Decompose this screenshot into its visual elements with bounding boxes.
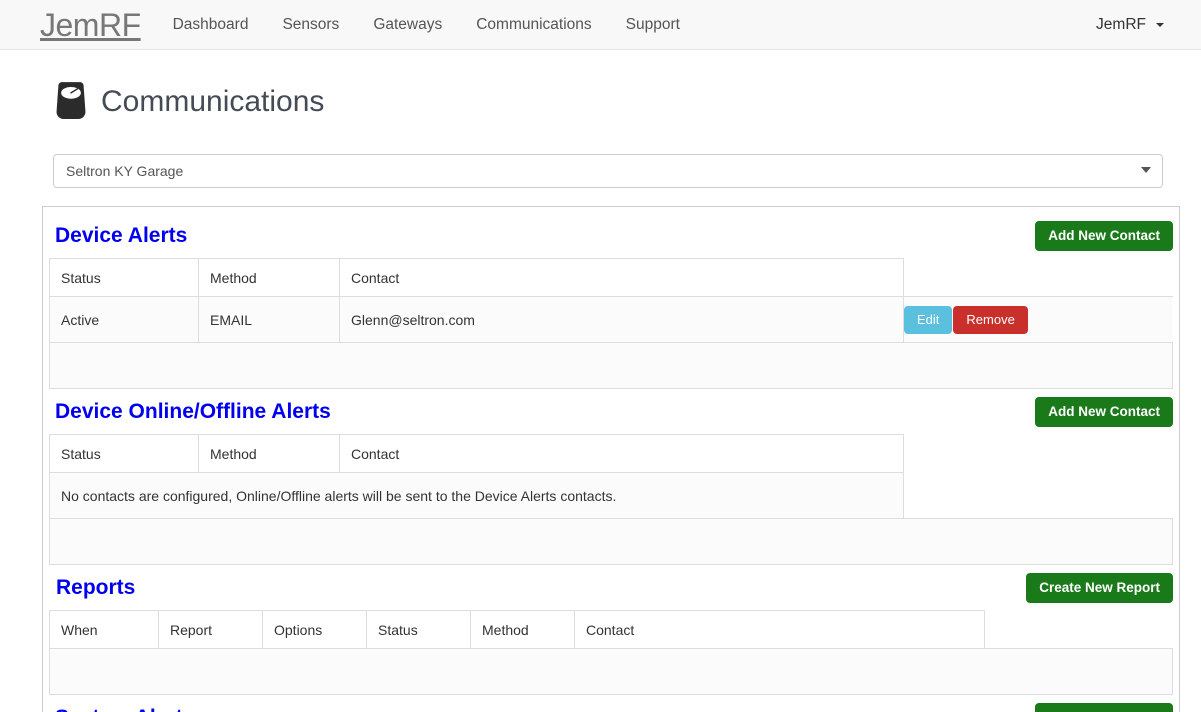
column-header-status: Status <box>49 258 199 297</box>
section-device-alerts: Device Alerts Add New Contact Status Met… <box>49 213 1173 389</box>
column-header-actions <box>984 610 1173 649</box>
table-header-row: Status Method Contact <box>49 434 1173 473</box>
create-new-report-button[interactable]: Create New Report <box>1026 573 1173 603</box>
nav-link-dashboard[interactable]: Dashboard <box>156 0 266 50</box>
page-header: Communications <box>53 50 1201 126</box>
online-offline-add-contact-button[interactable]: Add New Contact <box>1035 397 1173 427</box>
filler-cell <box>49 342 1173 389</box>
user-menu[interactable]: JemRF <box>1092 1 1186 49</box>
column-header-method: Method <box>198 258 340 297</box>
column-header-contact: Contact <box>339 258 904 297</box>
nav-link-gateways[interactable]: Gateways <box>356 0 459 50</box>
section-reports: Reports Create New Report When Report Op… <box>49 565 1173 695</box>
column-header-status: Status <box>366 610 471 649</box>
system-alerts-title: System Alerts <box>55 705 194 712</box>
nav-link-support[interactable]: Support <box>609 0 697 50</box>
reports-title: Reports <box>56 576 136 600</box>
cell-actions: Edit Remove <box>903 296 1173 343</box>
cell-status: Active <box>49 296 199 343</box>
table-row: No contacts are configured, Online/Offli… <box>49 472 1173 519</box>
column-header-options: Options <box>262 610 367 649</box>
system-alerts-header: System Alerts Add New Contact <box>49 695 1173 712</box>
dashboard-gauge-icon <box>56 82 86 119</box>
column-header-status: Status <box>49 434 199 473</box>
nav-item-sensors[interactable]: Sensors <box>265 0 356 50</box>
nav-link-communications[interactable]: Communications <box>459 0 608 50</box>
table-row: Active EMAIL Glenn@seltron.com Edit Remov… <box>49 296 1173 343</box>
edit-button[interactable]: Edit <box>904 305 953 334</box>
cell-actions <box>903 472 1173 519</box>
reports-table: When Report Options Status Method Contac… <box>49 610 1173 695</box>
column-header-actions <box>903 434 1173 473</box>
device-alerts-add-contact-button[interactable]: Add New Contact <box>1035 221 1173 251</box>
nav-item-communications[interactable]: Communications <box>459 0 608 50</box>
table-header-row: Status Method Contact <box>49 258 1173 297</box>
device-alerts-table: Status Method Contact Active EMAIL Glenn… <box>49 258 1173 389</box>
online-offline-alerts-table: Status Method Contact No contacts are co… <box>49 434 1173 565</box>
site-select[interactable]: Seltron KY Garage <box>53 154 1163 188</box>
remove-button[interactable]: Remove <box>953 305 1028 334</box>
column-header-contact: Contact <box>339 434 904 473</box>
column-header-actions <box>903 258 1173 297</box>
online-offline-alerts-header: Device Online/Offline Alerts Add New Con… <box>49 389 1173 434</box>
brand-logo[interactable]: JemRF <box>15 9 156 41</box>
table-header-row: When Report Options Status Method Contac… <box>49 610 1173 649</box>
table-filler-row <box>49 342 1173 389</box>
page-container: Communications Seltron KY Garage Device … <box>0 50 1201 712</box>
section-system-alerts: System Alerts Add New Contact Status Met… <box>49 695 1173 712</box>
top-navbar: JemRF Dashboard Sensors Gateways Communi… <box>0 0 1201 50</box>
caret-down-icon <box>1156 22 1164 27</box>
section-online-offline-alerts: Device Online/Offline Alerts Add New Con… <box>49 389 1173 565</box>
column-header-when: When <box>49 610 159 649</box>
cell-contact: Glenn@seltron.com <box>339 296 904 343</box>
site-select-wrapper: Seltron KY Garage <box>53 154 1163 188</box>
cell-method: EMAIL <box>198 296 340 343</box>
column-header-method: Method <box>470 610 575 649</box>
no-contacts-notice: No contacts are configured, Online/Offli… <box>49 472 904 519</box>
filler-cell <box>49 648 1173 695</box>
device-alerts-header: Device Alerts Add New Contact <box>49 213 1173 258</box>
column-header-contact: Contact <box>574 610 985 649</box>
table-filler-row <box>49 648 1173 695</box>
online-offline-alerts-title: Device Online/Offline Alerts <box>55 400 331 424</box>
user-menu-label[interactable]: JemRF <box>1092 1 1150 49</box>
filler-cell <box>49 518 1173 565</box>
reports-header: Reports Create New Report <box>49 565 1173 610</box>
nav-item-support[interactable]: Support <box>609 0 697 50</box>
column-header-method: Method <box>198 434 340 473</box>
table-filler-row <box>49 518 1173 565</box>
system-alerts-add-contact-button[interactable]: Add New Contact <box>1035 703 1173 712</box>
nav-item-dashboard[interactable]: Dashboard <box>156 0 266 50</box>
communications-panel: Device Alerts Add New Contact Status Met… <box>42 206 1180 712</box>
page-title: Communications <box>101 84 325 118</box>
nav-item-gateways[interactable]: Gateways <box>356 0 459 50</box>
primary-nav: Dashboard Sensors Gateways Communication… <box>156 0 697 50</box>
nav-link-sensors[interactable]: Sensors <box>265 0 356 50</box>
device-alerts-title: Device Alerts <box>55 224 188 248</box>
column-header-report: Report <box>158 610 263 649</box>
